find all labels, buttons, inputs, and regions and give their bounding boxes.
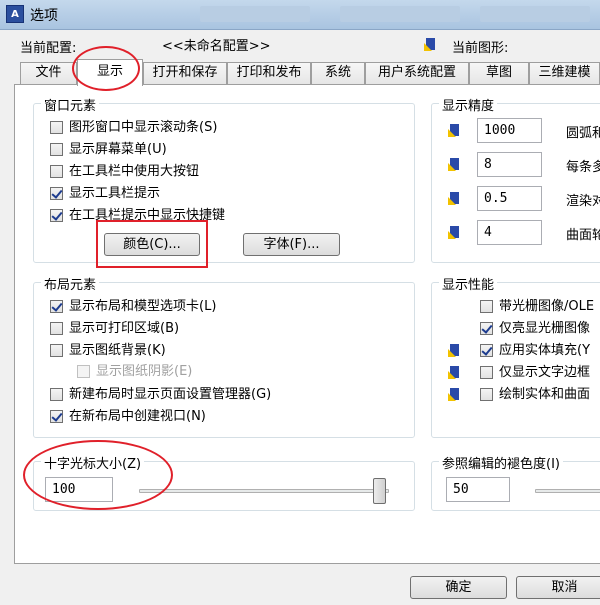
cancel-button[interactable]: 取消: [516, 576, 600, 599]
drawing-file-icon: [448, 158, 459, 171]
current-drawing-label: 当前图形:: [452, 41, 509, 56]
xref-fade-input[interactable]: 50: [446, 477, 510, 502]
checkbox-label: 在工具栏中使用大按钮: [69, 164, 200, 179]
background-window-strip: [340, 6, 460, 22]
checkbox-label: 显示可打印区域(B): [69, 321, 180, 336]
checkbox-box[interactable]: [50, 344, 63, 357]
display-resolution-title: 显示精度: [439, 95, 498, 114]
drawing-file-icon: [448, 344, 459, 357]
drawing-file-icon: [448, 388, 459, 401]
checkbox-box[interactable]: [77, 365, 90, 378]
font-button[interactable]: 字体(F)...: [243, 233, 340, 256]
background-window-strip: [480, 6, 590, 22]
checkbox-label: 绘制实体和曲面: [499, 387, 591, 402]
background-window-strip: [200, 6, 310, 22]
checkbox-label: 图形窗口中显示滚动条(S): [69, 120, 218, 135]
window-elements-title: 窗口元素: [41, 95, 100, 114]
checkbox-box[interactable]: [50, 143, 63, 156]
rendered-smoothness-input[interactable]: 0.5: [477, 186, 542, 211]
checkbox-box[interactable]: [480, 388, 493, 401]
window-title: 选项: [30, 8, 58, 24]
checkbox-box[interactable]: [50, 187, 63, 200]
tab-drafting[interactable]: 草图: [469, 62, 529, 84]
checkbox-label: 显示图纸背景(K): [69, 343, 166, 358]
checkbox-box[interactable]: [50, 322, 63, 335]
arc-smoothness-input[interactable]: 1000: [477, 118, 542, 143]
title-bar: A 选项: [0, 0, 600, 30]
checkbox-label: 带光栅图像/OLE: [499, 299, 595, 314]
checkbox-box[interactable]: [480, 344, 493, 357]
checkbox-label: 显示图纸阴影(E): [96, 364, 193, 379]
checkbox-label: 显示工具栏提示: [69, 186, 161, 201]
checkbox-box[interactable]: [480, 322, 493, 335]
checkbox-label: 显示屏幕菜单(U): [69, 142, 167, 157]
checkbox-label: 显示布局和模型选项卡(L): [69, 299, 217, 314]
drawing-file-icon: [448, 124, 459, 137]
checkbox-label: 新建布局时显示页面设置管理器(G): [69, 387, 272, 402]
crosshair-size-input[interactable]: 100: [45, 477, 113, 502]
checkbox-box[interactable]: [50, 388, 63, 401]
checkbox-label: 仅显示文字边框: [499, 365, 591, 380]
checkbox-box[interactable]: [50, 209, 63, 222]
profile-row: 当前配置: <<未命名配置>> 当前图形:: [0, 30, 600, 60]
checkbox-label: 应用实体填充(Y: [499, 343, 591, 358]
arc-smoothness-label: 圆弧和: [566, 126, 600, 141]
drawing-file-icon: [448, 226, 459, 239]
tab-plot-and-publish[interactable]: 打印和发布: [227, 62, 311, 84]
xref-fade-slider-track[interactable]: [535, 489, 600, 493]
checkbox-box[interactable]: [480, 366, 493, 379]
crosshair-size-slider-thumb[interactable]: [373, 478, 386, 504]
polyline-segments-label: 每条多: [566, 160, 600, 175]
tab-system[interactable]: 系统: [311, 62, 365, 84]
tab-file[interactable]: 文件: [20, 62, 77, 84]
tab-3d-modeling[interactable]: 三维建模: [529, 62, 600, 84]
contour-lines-input[interactable]: 4: [477, 220, 542, 245]
checkbox-box[interactable]: [50, 121, 63, 134]
tab-user-preferences[interactable]: 用户系统配置: [365, 62, 469, 84]
autocad-app-icon: A: [6, 5, 24, 23]
checkbox-box[interactable]: [480, 300, 493, 313]
crosshair-size-title: 十字光标大小(Z): [41, 453, 145, 472]
crosshair-size-slider-track[interactable]: [139, 489, 389, 493]
display-performance-title: 显示性能: [439, 274, 498, 293]
drawing-file-icon: [448, 366, 459, 379]
checkbox-label: 在工具栏提示中显示快捷键: [69, 208, 226, 223]
layout-elements-title: 布局元素: [41, 274, 100, 293]
checkbox-box[interactable]: [50, 410, 63, 423]
checkbox-box[interactable]: [50, 300, 63, 313]
polyline-segments-input[interactable]: 8: [477, 152, 542, 177]
checkbox-label: 在新布局中创建视口(N): [69, 409, 206, 424]
color-button[interactable]: 颜色(C)...: [104, 233, 200, 256]
current-profile-label: 当前配置:: [20, 41, 77, 56]
drawing-file-icon: [424, 38, 435, 51]
rendered-smoothness-label: 渲染对: [566, 194, 600, 209]
ok-button[interactable]: 确定: [410, 576, 507, 599]
tab-display[interactable]: 显示: [77, 59, 143, 86]
tab-open-and-save[interactable]: 打开和保存: [143, 62, 227, 84]
xref-fade-title: 参照编辑的褪色度(I): [439, 453, 563, 472]
drawing-file-icon: [448, 192, 459, 205]
checkbox-box[interactable]: [50, 165, 63, 178]
checkbox-label: 仅亮显光栅图像: [499, 321, 591, 336]
current-profile-value: <<未命名配置>>: [162, 39, 271, 54]
contour-lines-label: 曲面轮: [566, 228, 600, 243]
